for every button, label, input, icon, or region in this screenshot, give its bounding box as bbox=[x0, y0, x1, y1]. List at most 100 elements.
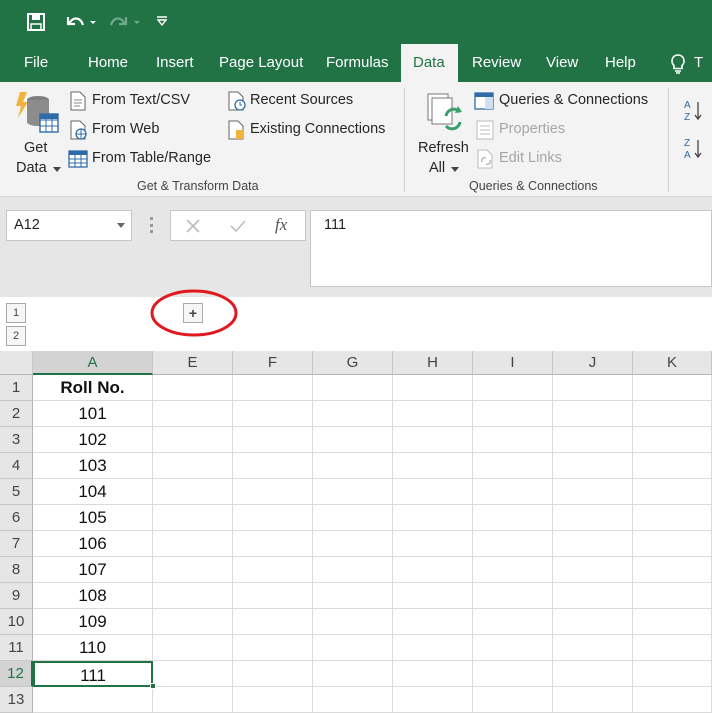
row-header-5[interactable]: 5 bbox=[0, 479, 33, 505]
outline-level-2-button[interactable]: 2 bbox=[6, 326, 26, 346]
row-header-6[interactable]: 6 bbox=[0, 505, 33, 531]
row-header-13[interactable]: 13 bbox=[0, 687, 33, 713]
cell-a6[interactable]: 105 bbox=[33, 505, 153, 531]
cell-f9[interactable] bbox=[233, 583, 313, 609]
cell-k12[interactable] bbox=[633, 661, 712, 687]
cell-j9[interactable] bbox=[553, 583, 633, 609]
sort-a-z-icon[interactable]: AZ bbox=[684, 98, 704, 124]
tab-home[interactable]: Home bbox=[76, 44, 140, 82]
cell-k13[interactable] bbox=[633, 687, 712, 713]
cell-k3[interactable] bbox=[633, 427, 712, 453]
cell-k10[interactable] bbox=[633, 609, 712, 635]
cell-g3[interactable] bbox=[313, 427, 393, 453]
cell-f1[interactable] bbox=[233, 375, 313, 401]
cell-k4[interactable] bbox=[633, 453, 712, 479]
cell-h4[interactable] bbox=[393, 453, 473, 479]
select-all-corner[interactable] bbox=[0, 351, 33, 375]
cell-g5[interactable] bbox=[313, 479, 393, 505]
row-header-8[interactable]: 8 bbox=[0, 557, 33, 583]
cell-g7[interactable] bbox=[313, 531, 393, 557]
cell-h10[interactable] bbox=[393, 609, 473, 635]
cell-h11[interactable] bbox=[393, 635, 473, 661]
cell-h6[interactable] bbox=[393, 505, 473, 531]
cell-j5[interactable] bbox=[553, 479, 633, 505]
cell-g2[interactable] bbox=[313, 401, 393, 427]
row-header-10[interactable]: 10 bbox=[0, 609, 33, 635]
cell-i10[interactable] bbox=[473, 609, 553, 635]
column-header-e[interactable]: E bbox=[153, 351, 233, 375]
cell-i9[interactable] bbox=[473, 583, 553, 609]
cell-f5[interactable] bbox=[233, 479, 313, 505]
from-web-button[interactable]: From Web bbox=[92, 121, 159, 137]
row-header-1[interactable]: 1 bbox=[0, 375, 33, 401]
cell-f10[interactable] bbox=[233, 609, 313, 635]
cell-a8[interactable]: 107 bbox=[33, 557, 153, 583]
tab-data[interactable]: Data bbox=[401, 44, 458, 82]
cell-i4[interactable] bbox=[473, 453, 553, 479]
cell-i11[interactable] bbox=[473, 635, 553, 661]
existing-connections-button[interactable]: Existing Connections bbox=[250, 121, 385, 137]
cell-e5[interactable] bbox=[153, 479, 233, 505]
cell-e6[interactable] bbox=[153, 505, 233, 531]
customize-qat-icon[interactable] bbox=[155, 14, 169, 28]
edit-links-button[interactable]: Edit Links bbox=[499, 150, 562, 166]
cell-f8[interactable] bbox=[233, 557, 313, 583]
cell-j12[interactable] bbox=[553, 661, 633, 687]
cell-k2[interactable] bbox=[633, 401, 712, 427]
cell-e2[interactable] bbox=[153, 401, 233, 427]
row-header-12[interactable]: 12 bbox=[0, 661, 33, 687]
cell-a4[interactable]: 103 bbox=[33, 453, 153, 479]
cell-g1[interactable] bbox=[313, 375, 393, 401]
cell-k7[interactable] bbox=[633, 531, 712, 557]
save-icon[interactable] bbox=[26, 12, 46, 32]
cell-j13[interactable] bbox=[553, 687, 633, 713]
cell-e12[interactable] bbox=[153, 661, 233, 687]
from-table-range-button[interactable]: From Table/Range bbox=[92, 150, 211, 166]
cell-i1[interactable] bbox=[473, 375, 553, 401]
cell-a3[interactable]: 102 bbox=[33, 427, 153, 453]
cell-j3[interactable] bbox=[553, 427, 633, 453]
column-header-k[interactable]: K bbox=[633, 351, 712, 375]
column-header-f[interactable]: F bbox=[233, 351, 313, 375]
sort-z-a-icon[interactable]: ZA bbox=[684, 136, 704, 162]
cell-f12[interactable] bbox=[233, 661, 313, 687]
redo-icon[interactable] bbox=[108, 12, 142, 32]
column-header-a[interactable]: A bbox=[33, 351, 153, 375]
cell-i12[interactable] bbox=[473, 661, 553, 687]
cell-h2[interactable] bbox=[393, 401, 473, 427]
cell-f4[interactable] bbox=[233, 453, 313, 479]
cell-a9[interactable]: 108 bbox=[33, 583, 153, 609]
cell-j1[interactable] bbox=[553, 375, 633, 401]
cell-j2[interactable] bbox=[553, 401, 633, 427]
cell-e13[interactable] bbox=[153, 687, 233, 713]
lightbulb-icon[interactable] bbox=[668, 53, 688, 75]
cell-g9[interactable] bbox=[313, 583, 393, 609]
cell-k5[interactable] bbox=[633, 479, 712, 505]
tab-insert[interactable]: Insert bbox=[144, 44, 206, 82]
recent-sources-button[interactable]: Recent Sources bbox=[250, 92, 353, 108]
cell-i6[interactable] bbox=[473, 505, 553, 531]
cell-g13[interactable] bbox=[313, 687, 393, 713]
cell-k1[interactable] bbox=[633, 375, 712, 401]
cell-h13[interactable] bbox=[393, 687, 473, 713]
cancel-icon[interactable] bbox=[185, 218, 201, 234]
cell-i7[interactable] bbox=[473, 531, 553, 557]
fill-handle[interactable] bbox=[150, 683, 156, 689]
cell-g12[interactable] bbox=[313, 661, 393, 687]
cell-i8[interactable] bbox=[473, 557, 553, 583]
cell-e7[interactable] bbox=[153, 531, 233, 557]
cell-h1[interactable] bbox=[393, 375, 473, 401]
tell-me-label[interactable]: T bbox=[690, 44, 707, 82]
cell-a1[interactable]: Roll No. bbox=[33, 375, 153, 401]
cell-g10[interactable] bbox=[313, 609, 393, 635]
cell-e1[interactable] bbox=[153, 375, 233, 401]
cell-k8[interactable] bbox=[633, 557, 712, 583]
cell-f11[interactable] bbox=[233, 635, 313, 661]
properties-button[interactable]: Properties bbox=[499, 121, 565, 137]
column-header-h[interactable]: H bbox=[393, 351, 473, 375]
tab-help[interactable]: Help bbox=[593, 44, 648, 82]
cell-f3[interactable] bbox=[233, 427, 313, 453]
cell-k9[interactable] bbox=[633, 583, 712, 609]
cell-j11[interactable] bbox=[553, 635, 633, 661]
row-header-11[interactable]: 11 bbox=[0, 635, 33, 661]
